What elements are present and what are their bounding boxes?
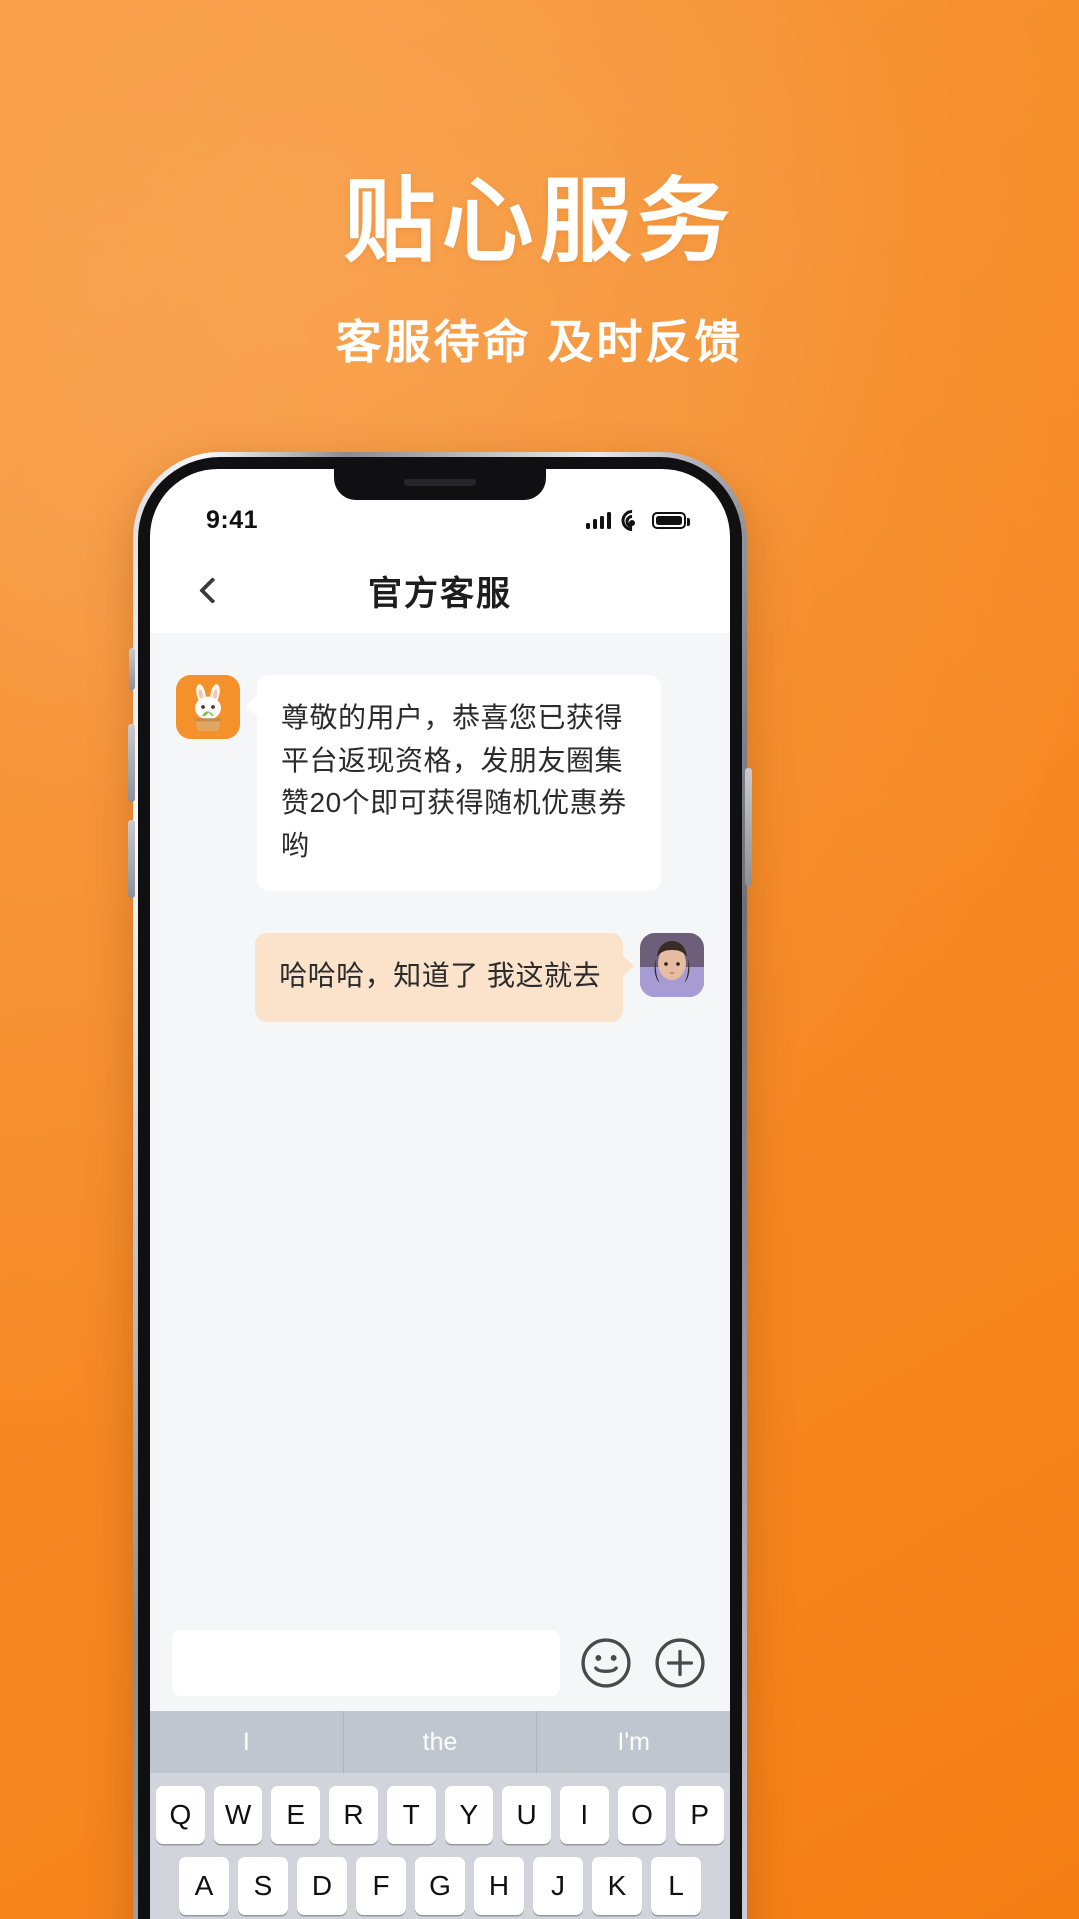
key-a[interactable]: A [179, 1857, 229, 1915]
key-o[interactable]: O [617, 1786, 667, 1844]
virtual-keyboard: I the I'm Q W E R T Y U I O P A S D F G … [150, 1711, 730, 1919]
notch [334, 469, 546, 500]
suggestion-item[interactable]: I [150, 1711, 343, 1773]
battery-full-icon [652, 511, 690, 529]
key-w[interactable]: W [213, 1786, 263, 1844]
chat-message-self: 哈哈哈，知道了 我这就去 [176, 933, 704, 1022]
key-q[interactable]: Q [155, 1786, 205, 1844]
suggestion-bar: I the I'm [150, 1711, 730, 1773]
promo-copy: 贴心服务 客服待命 及时反馈 [0, 176, 1079, 372]
key-r[interactable]: R [329, 1786, 378, 1844]
key-l[interactable]: L [651, 1857, 701, 1915]
promo-title: 贴心服务 [343, 171, 736, 273]
nav-bar: 官方客服 [150, 547, 730, 633]
key-j[interactable]: J [533, 1857, 583, 1915]
chevron-left-icon [198, 576, 226, 604]
plus-circle-icon[interactable] [652, 1635, 708, 1691]
key-k[interactable]: K [592, 1857, 642, 1915]
chat-message-peer: 尊敬的用户，恭喜您已获得平台返现资格，发朋友圈集赞20个即可获得随机优惠券哟 [176, 675, 704, 892]
message-input-bar [150, 1615, 730, 1711]
volume-up-button[interactable] [128, 724, 135, 802]
key-i[interactable]: I [559, 1786, 609, 1844]
volume-down-button[interactable] [128, 820, 135, 898]
suggestion-item[interactable]: I'm [536, 1711, 730, 1773]
keyboard-row-2: A S D F G H J K L [156, 1857, 724, 1915]
back-button[interactable] [184, 562, 240, 618]
smiley-face-icon[interactable] [578, 1635, 634, 1691]
message-bubble: 哈哈哈，知道了 我这就去 [255, 933, 634, 1022]
wifi-icon [616, 505, 647, 535]
key-h[interactable]: H [474, 1857, 524, 1915]
mute-switch[interactable] [129, 648, 135, 690]
rabbit-avatar[interactable] [176, 675, 240, 739]
key-p[interactable]: P [675, 1786, 725, 1844]
cellular-bars-icon [585, 511, 611, 529]
suggestion-item[interactable]: the [342, 1711, 537, 1773]
key-t[interactable]: T [386, 1786, 436, 1844]
key-f[interactable]: F [356, 1857, 406, 1915]
message-input[interactable] [172, 1630, 560, 1696]
status-time: 9:41 [206, 505, 259, 534]
earpiece-speaker [404, 479, 476, 486]
promo-subtitle: 客服待命 及时反馈 [335, 316, 744, 368]
message-bubble: 尊敬的用户，恭喜您已获得平台返现资格，发朋友圈集赞20个即可获得随机优惠券哟 [246, 675, 661, 892]
phone-mockup: 9:41 官方客服 尊敬的用户，恭喜您已获得平台返现资格，发朋友圈集赞20个即可… [128, 452, 752, 1919]
status-icons [585, 505, 690, 535]
user-photo-avatar[interactable] [640, 933, 704, 998]
key-d[interactable]: D [297, 1857, 347, 1915]
power-button[interactable] [745, 768, 752, 886]
phone-screen: 9:41 官方客服 尊敬的用户，恭喜您已获得平台返现资格，发朋友圈集赞20个即可… [150, 469, 730, 1919]
rabbit-avatar-art [176, 675, 240, 739]
key-s[interactable]: S [238, 1857, 288, 1915]
key-u[interactable]: U [502, 1786, 551, 1844]
keyboard-row-1: Q W E R T Y U I O P [155, 1786, 725, 1844]
key-e[interactable]: E [271, 1786, 321, 1844]
page-title: 官方客服 [368, 574, 512, 613]
key-g[interactable]: G [415, 1857, 465, 1915]
keyboard-rows: Q W E R T Y U I O P A S D F G H J K L [150, 1773, 730, 1919]
user-photo-avatar-art [640, 933, 704, 998]
key-y[interactable]: Y [444, 1786, 494, 1844]
